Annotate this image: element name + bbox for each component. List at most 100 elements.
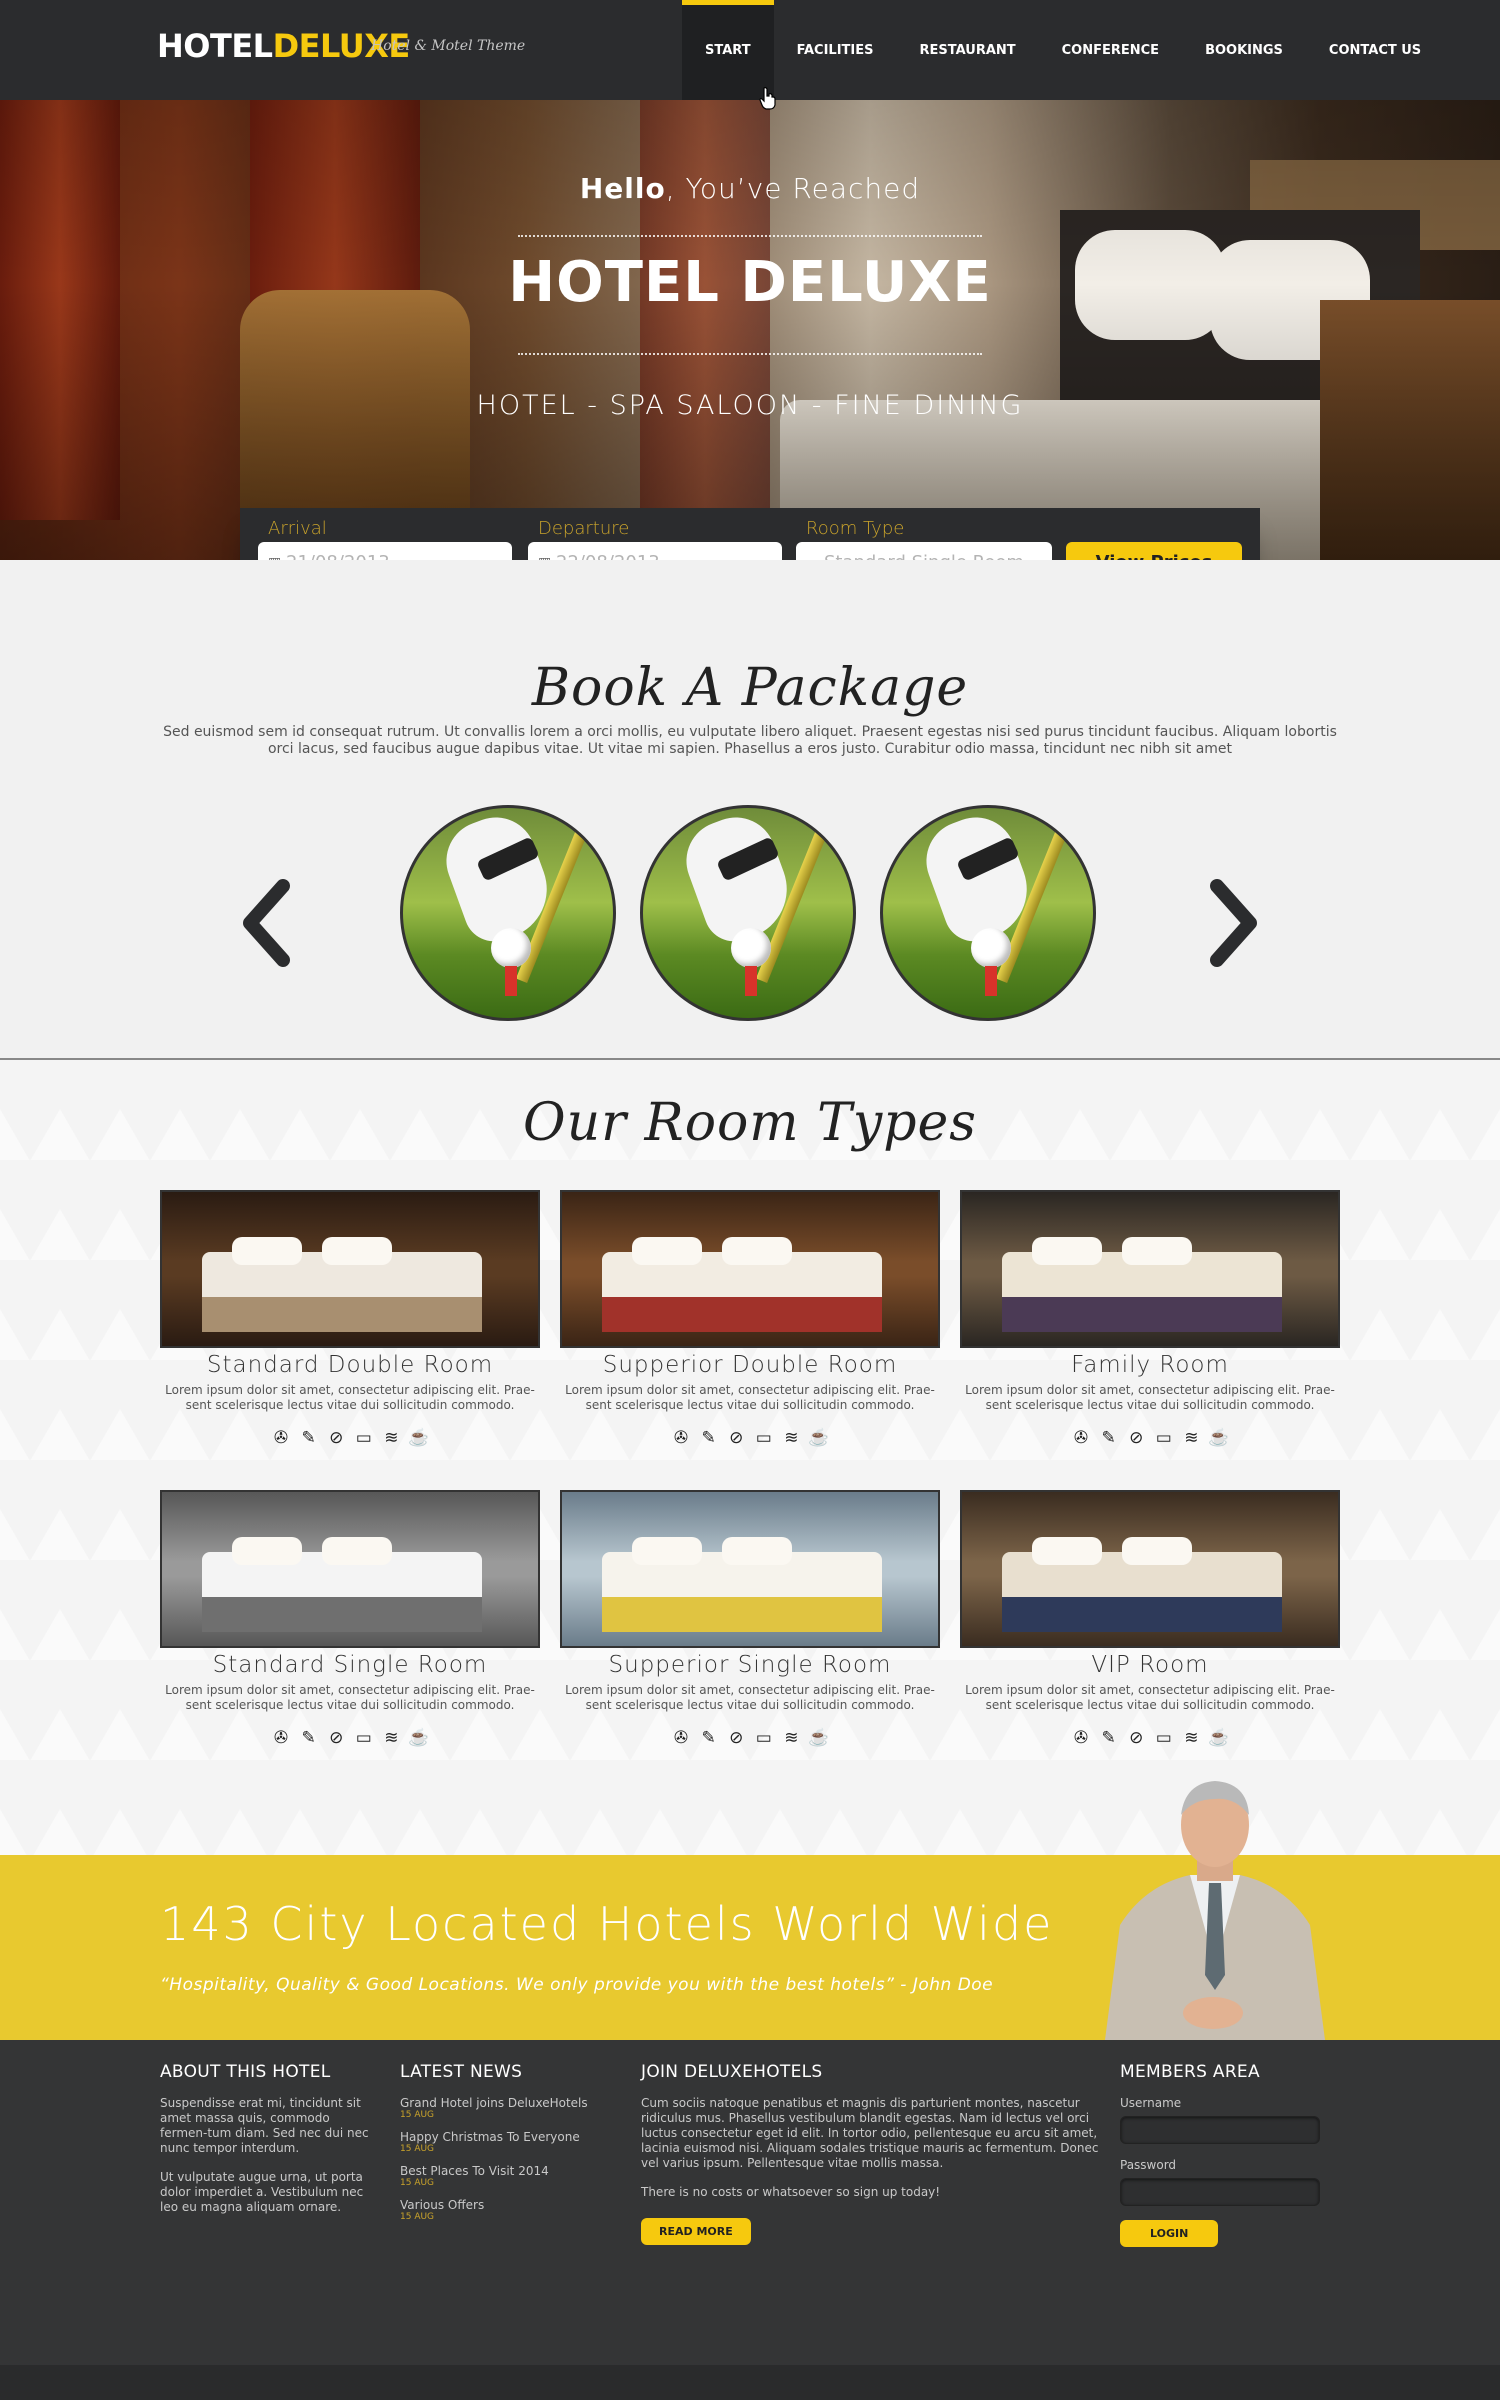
room-photo[interactable] <box>160 1490 540 1648</box>
room-photo[interactable] <box>960 1190 1340 1348</box>
tv-icon: ▭ <box>1155 1428 1172 1447</box>
room-card[interactable]: Supperior Single Room Lorem ipsum dolor s… <box>560 1490 940 1750</box>
menu-item-start[interactable]: START <box>682 0 774 100</box>
no-smoking-icon: ⊘ <box>1129 1428 1144 1447</box>
username-label: Username <box>1120 2096 1182 2110</box>
carousel-prev-arrow-icon[interactable] <box>238 878 298 968</box>
about-text: Ut vulputate augue urna, ut porta dolor … <box>160 2170 364 2214</box>
coffee-icon: ☕ <box>408 1728 430 1747</box>
news-item[interactable]: Best Places To Visit 2014 15 AUG <box>400 2164 610 2188</box>
no-smoking-icon: ⊘ <box>729 1428 744 1447</box>
logo-hotel: HOTEL <box>157 27 273 65</box>
room-photo[interactable] <box>160 1190 540 1348</box>
tv-icon: ▭ <box>755 1728 772 1747</box>
footer-latest-news: LATEST NEWS Grand Hotel joins DeluxeHote… <box>400 2062 610 2232</box>
login-button[interactable]: LOGIN <box>1120 2220 1219 2247</box>
hairdryer-icon: ✎ <box>1101 1728 1116 1747</box>
news-item[interactable]: Grand Hotel joins DeluxeHotels 15 AUG <box>400 2096 610 2120</box>
news-item[interactable]: Various Offers 15 AUG <box>400 2198 610 2222</box>
hero-subtitle: HOTEL - SPA SALOON - FINE DINING <box>476 390 1024 421</box>
members-title: MEMBERS AREA <box>1120 2062 1260 2082</box>
package-golf-image[interactable] <box>640 805 856 1021</box>
coffee-icon: ☕ <box>808 1428 830 1447</box>
hero-title: HOTEL DELUXE <box>508 250 992 315</box>
room-photo[interactable] <box>560 1490 940 1648</box>
room-type-label: Room Type <box>806 518 905 539</box>
room-card[interactable]: Standard Single Room Lorem ipsum dolor si… <box>160 1490 540 1750</box>
menu-item-contact-us[interactable]: CONTACT US <box>1306 0 1444 100</box>
hairdryer-icon: ✎ <box>701 1428 716 1447</box>
room-card[interactable]: Standard Double Room Lorem ipsum dolor si… <box>160 1190 540 1450</box>
tv-icon: ▭ <box>355 1428 372 1447</box>
hero-greeting: Hello, You’ve Reached <box>0 172 1500 205</box>
join-title: JOIN DELUXEHOTELS <box>641 2062 823 2082</box>
read-more-button[interactable]: READ MORE <box>641 2218 751 2245</box>
footer-bottom-strip <box>0 2365 1500 2400</box>
room-amenities: ✇ ✎ ⊘ ▭ ≋ ☕ <box>1070 1428 1230 1448</box>
room-description: Lorem ipsum dolor sit amet, consectetur … <box>965 1683 1335 1712</box>
room-description: Lorem ipsum dolor sit amet, consectetur … <box>565 1383 935 1412</box>
room-card[interactable]: Family Room Lorem ipsum dolor sit amet, c… <box>960 1190 1340 1450</box>
room-amenities: ✇ ✎ ⊘ ▭ ≋ ☕ <box>670 1428 830 1448</box>
room-name[interactable]: Supperior Double Room <box>560 1352 940 1378</box>
news-item[interactable]: Happy Christmas To Everyone 15 AUG <box>400 2130 610 2154</box>
site-footer: ABOUT THIS HOTEL Suspendisse erat mi, ti… <box>0 2040 1500 2365</box>
room-photo[interactable] <box>560 1190 940 1348</box>
tv-icon: ▭ <box>355 1728 372 1747</box>
hero-divider <box>518 353 982 355</box>
book-a-package-section: Book A Package Sed euismod sem id conseq… <box>0 560 1500 1060</box>
hero-hello-bold: Hello <box>579 172 666 205</box>
room-name[interactable]: Standard Double Room <box>160 1352 540 1378</box>
carousel-next-arrow-icon[interactable] <box>1202 878 1262 968</box>
top-navigation: HOTELDELUXE Hotel & Motel Theme START FA… <box>0 0 1500 100</box>
band-title: 143 City Located Hotels World Wide <box>160 1897 1054 1951</box>
hairdryer-icon: ✎ <box>701 1728 716 1747</box>
fan-icon: ✇ <box>1073 1728 1089 1747</box>
room-description: Lorem ipsum dolor sit amet, consectetur … <box>565 1683 935 1712</box>
room-name[interactable]: Family Room <box>960 1352 1340 1378</box>
room-description: Lorem ipsum dolor sit amet, consectetur … <box>965 1383 1335 1412</box>
logo-tagline: Hotel & Motel Theme <box>371 38 526 54</box>
username-input[interactable] <box>1120 2116 1320 2144</box>
coffee-icon: ☕ <box>1208 1728 1230 1747</box>
menu-item-facilities[interactable]: FACILITIES <box>774 0 897 100</box>
footer-about: ABOUT THIS HOTEL Suspendisse erat mi, ti… <box>160 2062 380 2215</box>
room-card[interactable]: VIP Room Lorem ipsum dolor sit amet, cons… <box>960 1490 1340 1750</box>
main-menu: START FACILITIES RESTAURANT CONFERENCE B… <box>682 0 1444 100</box>
tv-icon: ▭ <box>755 1428 772 1447</box>
mouse-pointer-icon <box>759 87 776 110</box>
room-amenities: ✇ ✎ ⊘ ▭ ≋ ☕ <box>1070 1728 1230 1748</box>
wifi-icon: ≋ <box>784 1428 799 1447</box>
wifi-icon: ≋ <box>784 1728 799 1747</box>
coffee-icon: ☕ <box>408 1428 430 1447</box>
package-title: Book A Package <box>531 658 969 718</box>
wifi-icon: ≋ <box>1184 1728 1199 1747</box>
room-name[interactable]: Supperior Single Room <box>560 1652 940 1678</box>
package-golf-image[interactable] <box>400 805 616 1021</box>
room-description: Lorem ipsum dolor sit amet, consectetur … <box>165 1683 535 1712</box>
menu-item-restaurant[interactable]: RESTAURANT <box>896 0 1038 100</box>
no-smoking-icon: ⊘ <box>1129 1728 1144 1747</box>
hotel-manager-photo <box>1105 1781 1325 2040</box>
room-amenities: ✇ ✎ ⊘ ▭ ≋ ☕ <box>270 1428 430 1448</box>
room-description: Lorem ipsum dolor sit amet, consectetur … <box>165 1383 535 1412</box>
join-text: Cum sociis natoque penatibus et magnis d… <box>641 2096 1099 2170</box>
room-name[interactable]: Standard Single Room <box>160 1652 540 1678</box>
tv-icon: ▭ <box>1155 1728 1172 1747</box>
coffee-icon: ☕ <box>1208 1428 1230 1447</box>
no-smoking-icon: ⊘ <box>729 1728 744 1747</box>
room-card[interactable]: Supperior Double Room Lorem ipsum dolor s… <box>560 1190 940 1450</box>
menu-item-bookings[interactable]: BOOKINGS <box>1182 0 1306 100</box>
room-name[interactable]: VIP Room <box>960 1652 1340 1678</box>
fan-icon: ✇ <box>273 1428 289 1447</box>
menu-item-conference[interactable]: CONFERENCE <box>1039 0 1182 100</box>
room-types-section: Our Room Types Standard Double Room Lorem… <box>0 1060 1500 1855</box>
package-description: Sed euismod sem id consequat rutrum. Ut … <box>163 724 1337 757</box>
hero-divider <box>518 235 982 237</box>
room-photo[interactable] <box>960 1490 1340 1648</box>
about-text: Suspendisse erat mi, tincidunt sit amet … <box>160 2096 369 2155</box>
password-label: Password <box>1120 2158 1177 2172</box>
hero-banner: Hello, You’ve Reached HOTEL DELUXE HOTEL… <box>0 100 1500 560</box>
package-golf-image[interactable] <box>880 805 1096 1021</box>
password-input[interactable] <box>1120 2178 1320 2206</box>
